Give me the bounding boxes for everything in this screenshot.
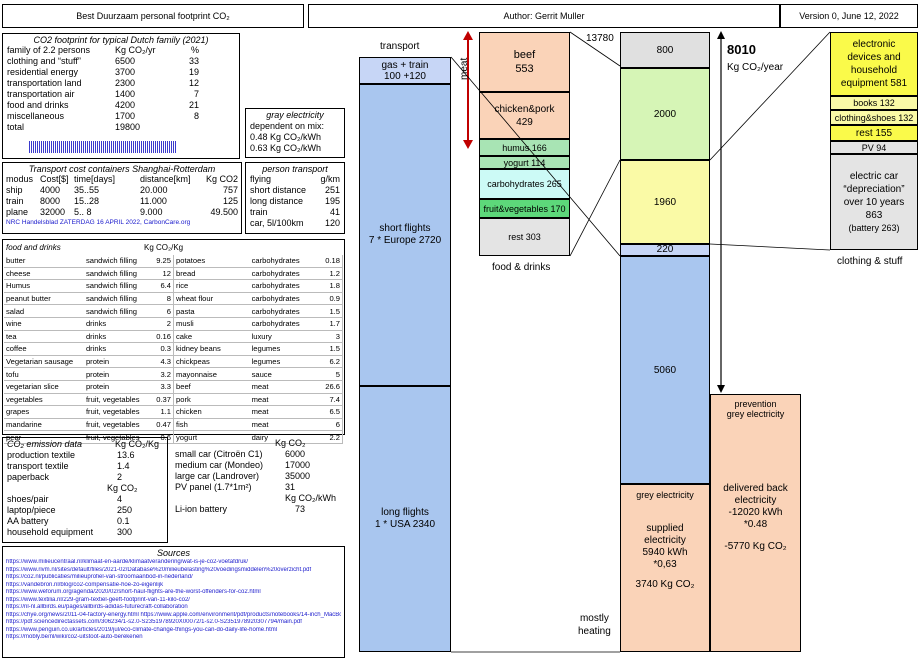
delivered-factor: *0.48 [743, 519, 768, 530]
stack-seg-2000-value: 2000 [653, 108, 677, 120]
devices-block: electronic devices and household equipme… [830, 32, 918, 96]
prevention-label: prevention [734, 399, 777, 409]
delivered-back-block: prevention grey electricity delivered ba… [710, 394, 801, 652]
stack-seg-220-value: 220 [656, 244, 674, 255]
delivered-co2: -5770 Kg CO₂ [724, 541, 787, 552]
stack-seg-5060-value: 5060 [653, 364, 677, 376]
car-line-4: 863 [865, 209, 883, 221]
pv-block: PV 94 [830, 141, 918, 154]
car-line-1: electric car [849, 170, 899, 182]
stack-seg-1960: 1960 [620, 160, 710, 244]
stack-seg-1960-value: 1960 [653, 196, 677, 208]
supplied-co2: 3740 Kg CO₂ [635, 579, 695, 590]
books-block: books 132 [830, 96, 918, 110]
car-battery-label: (battery 263) [848, 222, 900, 233]
electric-car-block: electric car “depreciation” over 10 year… [830, 154, 918, 250]
stack-seg-5060: 5060 [620, 256, 710, 484]
grey-electricity-label: grey electricity [636, 490, 694, 500]
books-label: books 132 [853, 98, 895, 108]
supplied-label: supplied [646, 523, 684, 534]
supplied-factor: *0,63 [653, 559, 677, 570]
supplied-electricity-block: grey electricity supplied electricity 59… [620, 484, 710, 652]
devices-line-2: devices and [847, 52, 901, 63]
total-value: 8010 [727, 42, 756, 57]
devices-line-1: electronic [852, 39, 896, 50]
stack-seg-800: 800 [620, 32, 710, 68]
supplied-kwh: 5940 kWh [642, 547, 688, 558]
devices-line-3: household [850, 65, 898, 76]
supplied-electricity-label: electricity [644, 535, 686, 546]
stuff-rest-block: rest 155 [830, 125, 918, 141]
stack-seg-220: 220 [620, 244, 710, 256]
car-line-2: “depreciation” [843, 183, 905, 195]
stuff-rest-label: rest 155 [855, 127, 893, 139]
delivered-kwh: -12020 kWh [728, 507, 783, 518]
total-unit: Kg CO₂/year [727, 62, 784, 73]
devices-line-4: equipment 581 [840, 78, 908, 89]
prevention-grey-label: grey electricity [726, 409, 785, 419]
delivered-label: delivered back [723, 483, 788, 494]
total-arrow [717, 31, 725, 393]
stack-top-label: 13780 [586, 33, 614, 44]
clothing-shoes-label: clothing&shoes 132 [834, 112, 914, 123]
car-line-3: over 10 years [843, 196, 905, 208]
clothing-stuff-label: clothing & stuff [837, 256, 903, 267]
clothing-shoes-block: clothing&shoes 132 [830, 110, 918, 125]
pv-label: PV 94 [861, 142, 887, 153]
stack-seg-2000: 2000 [620, 68, 710, 160]
stack-seg-800-value: 800 [656, 44, 674, 56]
delivered-electricity-label: electricity [734, 495, 777, 506]
